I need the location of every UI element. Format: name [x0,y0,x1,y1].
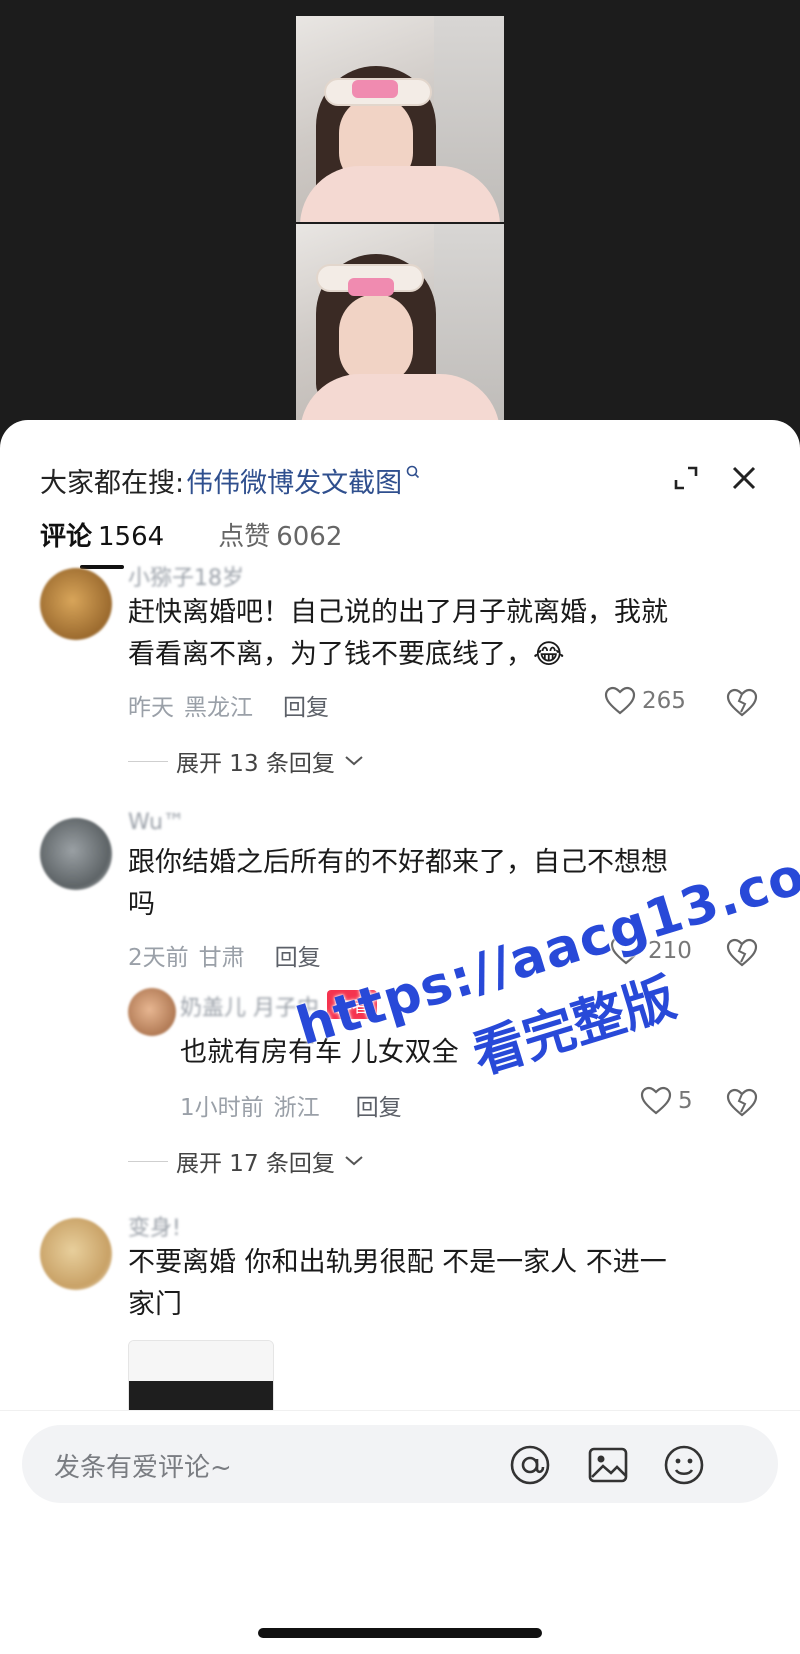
comment-text-line: 吗 [128,889,155,920]
comment-time: 2天前 [128,945,189,971]
comment-tabs: 评论 1564 点赞 6062 [40,516,396,569]
video-player[interactable] [0,0,800,440]
reply-button[interactable]: 回复 [356,1088,402,1122]
comment-text-line: 看看离不离，为了钱不要底线了，😂 [128,639,565,670]
comment-text-line: 赶快离婚吧！自己说的出了月子就离婚，我就 [128,597,668,628]
like-count: 265 [642,688,686,714]
comment-location: 甘肃 [198,945,245,971]
close-icon[interactable] [728,462,760,494]
heart-icon [610,936,642,965]
reply-location: 浙江 [273,1095,320,1121]
chevron-down-icon [345,756,363,766]
tab-likes[interactable]: 点赞 6062 [218,516,342,563]
author-badge: 作者 [327,989,377,1019]
comment-username[interactable]: 变身! [128,1210,181,1242]
comment-text: 不要离婚 你和出轨男很配 不是一家人 不进一 家门 [128,1242,667,1326]
dislike-icon[interactable] [726,688,758,718]
search-suggestion[interactable]: 大家都在搜: 伟伟微博发文截图 [40,460,760,500]
tab-likes-label: 点赞 [218,522,271,552]
expand-replies[interactable]: 展开 17 条回复 [128,1144,365,1178]
comment-text-line: 跟你结婚之后所有的不好都来了，自己不想想 [128,847,668,878]
emoji-icon[interactable] [662,1443,706,1487]
fullscreen-icon[interactable] [670,462,702,494]
comment-input-placeholder: 发条有爱评论~ [54,1453,232,1483]
dislike-icon[interactable] [726,1088,758,1118]
comment-text: 跟你结婚之后所有的不好都来了，自己不想想 吗 [128,842,668,926]
comment-username[interactable]: Wu™ [128,810,185,835]
chevron-down-icon [345,1156,363,1166]
reply-avatar[interactable] [128,988,176,1036]
reply-button[interactable]: 回复 [283,688,329,722]
like-count: 210 [648,938,692,964]
like-button[interactable]: 5 [640,1086,693,1116]
comment-text: 赶快离婚吧！自己说的出了月子就离婚，我就 看看离不离，为了钱不要底线了，😂 [128,592,668,676]
like-count: 5 [678,1088,693,1114]
comment-text-line: 不要离婚 你和出轨男很配 不是一家人 不进一 [128,1247,667,1278]
search-prefix: 大家都在搜: [40,467,185,499]
tab-comments-label: 评论 [40,522,93,552]
comment-meta: 昨天 黑龙江 回复 [128,688,329,722]
comment-text-line: 家门 [128,1289,182,1320]
dislike-icon[interactable] [726,938,758,968]
comment-time: 昨天 [128,695,174,721]
reply-meta: 1小时前 浙江 回复 [180,1088,402,1122]
reply-button[interactable]: 回复 [275,938,321,972]
tab-comments[interactable]: 评论 1564 [40,516,165,569]
like-button[interactable]: 265 [604,686,686,716]
comment-location: 黑龙江 [184,695,253,721]
comment-image-thumbnail[interactable] [128,1340,274,1418]
reply-time: 1小时前 [180,1095,264,1121]
expand-replies-label: 展开 13 条回复 [176,751,335,777]
video-frame-top [296,16,504,222]
heart-icon [604,686,636,715]
avatar[interactable] [40,818,112,890]
avatar[interactable] [40,568,112,640]
reply-username[interactable]: 奶盖儿 月子中 [180,990,319,1022]
comment-input[interactable]: 发条有爱评论~ [22,1425,778,1503]
like-button[interactable]: 210 [610,936,692,966]
video-frame-bottom [296,224,504,420]
reply-text: 也就有房有车 儿女双全 [180,1037,459,1068]
avatar[interactable] [40,1218,112,1290]
expand-replies-label: 展开 17 条回复 [176,1151,335,1177]
at-mention-icon[interactable] [508,1443,552,1487]
search-icon [406,465,420,479]
comment-meta: 2天前 甘肃 回复 [128,938,321,972]
tab-comments-count: 1564 [98,522,165,552]
image-icon[interactable] [586,1443,630,1487]
comment-input-bar: 发条有爱评论~ [0,1410,800,1521]
reply-username-row: 奶盖儿 月子中 作者 [180,989,377,1022]
expand-replies[interactable]: 展开 13 条回复 [128,744,365,778]
heart-icon [640,1086,672,1115]
tab-likes-count: 6062 [276,522,343,552]
comment-username[interactable]: 小猕子18岁 [128,560,244,592]
search-term-link[interactable]: 伟伟微博发文截图 [186,461,402,500]
home-indicator [258,1628,542,1638]
